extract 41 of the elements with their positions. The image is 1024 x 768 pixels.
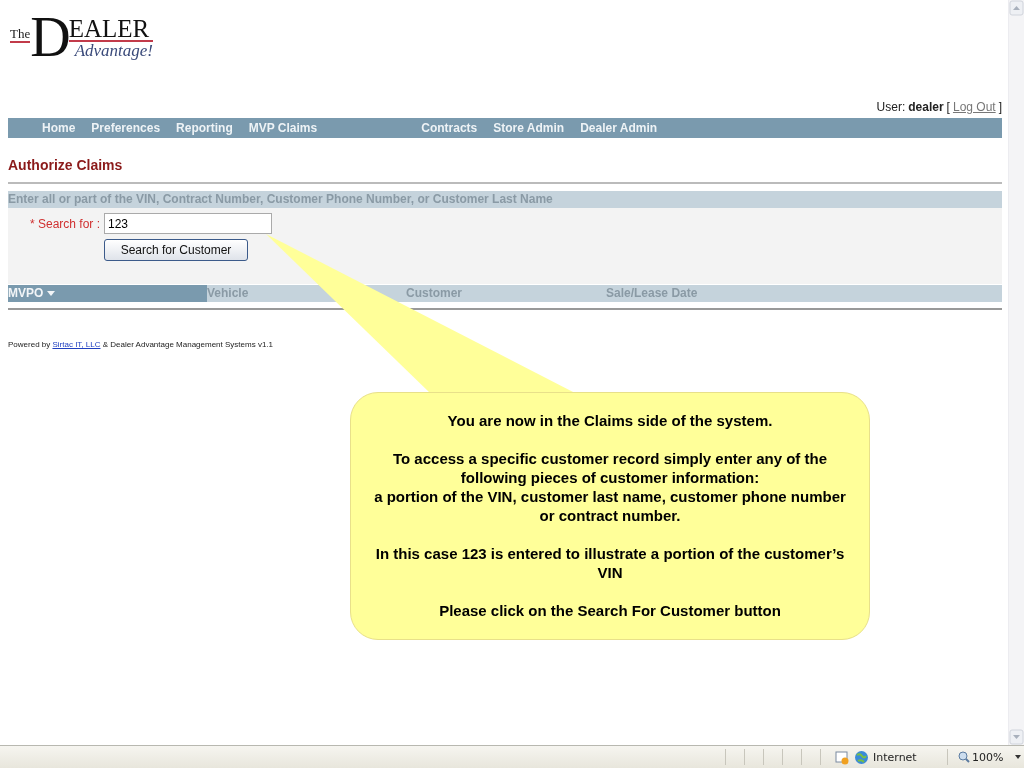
nav-link[interactable]: Dealer Admin [572, 121, 666, 135]
nav-link[interactable]: Reporting [168, 121, 241, 135]
zone-label: Internet [873, 750, 917, 764]
search-label: * Search for : [28, 216, 101, 231]
zoom-control[interactable]: 100% [958, 750, 1004, 764]
callout-text: Please click on the Search For Customer button [438, 601, 782, 620]
nav-link[interactable]: Store Admin [485, 121, 573, 135]
protected-mode-icon [835, 749, 850, 765]
page-title: Authorize Claims [8, 156, 123, 175]
globe-icon [854, 749, 869, 765]
user-name: dealer [908, 100, 944, 114]
callout-text: You are now in the Claims side of the system. [446, 411, 774, 430]
logout-link[interactable]: Log Out [952, 100, 996, 114]
nav-link[interactable]: Preferences [83, 121, 169, 135]
sort-caret-icon [47, 291, 56, 296]
column-header[interactable]: Vehicle [207, 285, 406, 302]
search-field[interactable]: 123 [104, 213, 272, 234]
scroll-down-icon[interactable] [1009, 729, 1024, 745]
logo-tagline: Advantage! [74, 42, 154, 60]
logo-prefix: The [10, 27, 31, 43]
callout-text: In this case 123 is entered to illustrate a portion of the customer’s VIN [374, 544, 846, 582]
footer-text: Powered by Sirtac IT, LLC & Dealer Advantage Management Systems v1.1 [8, 340, 275, 349]
column-header[interactable]: Customer [406, 285, 606, 302]
logo-wordmark: EALER [68, 18, 154, 42]
column-header[interactable]: MVPO [8, 285, 207, 302]
dropdown-caret-icon[interactable] [1015, 755, 1022, 759]
nav-link[interactable]: Contracts [413, 121, 486, 135]
search-hint: Enter all or part of the VIN, Contract Number, Customer Phone Number, or Customer Last Name [8, 192, 553, 206]
search-button[interactable]: Search for Customer [104, 239, 248, 261]
company-link[interactable]: Sirtac IT, LLC [52, 340, 101, 349]
nav-link[interactable]: MVP Claims [240, 121, 326, 135]
user-label: User: [876, 100, 906, 114]
scrollbar[interactable] [1009, 0, 1024, 745]
bracket: [ [946, 100, 950, 114]
column-header[interactable]: Sale/Lease Date [606, 285, 1002, 302]
nav-link[interactable]: Home [34, 121, 84, 135]
callout-text: a portion of the VIN, customer last name, customer phone number or contract number. [373, 487, 847, 525]
zoom-icon [958, 751, 970, 763]
callout-text: To access a specific customer record simply enter any of the following pieces of customer information: [391, 449, 829, 487]
scroll-up-icon[interactable] [1009, 0, 1024, 16]
bracket: ] [998, 100, 1002, 114]
